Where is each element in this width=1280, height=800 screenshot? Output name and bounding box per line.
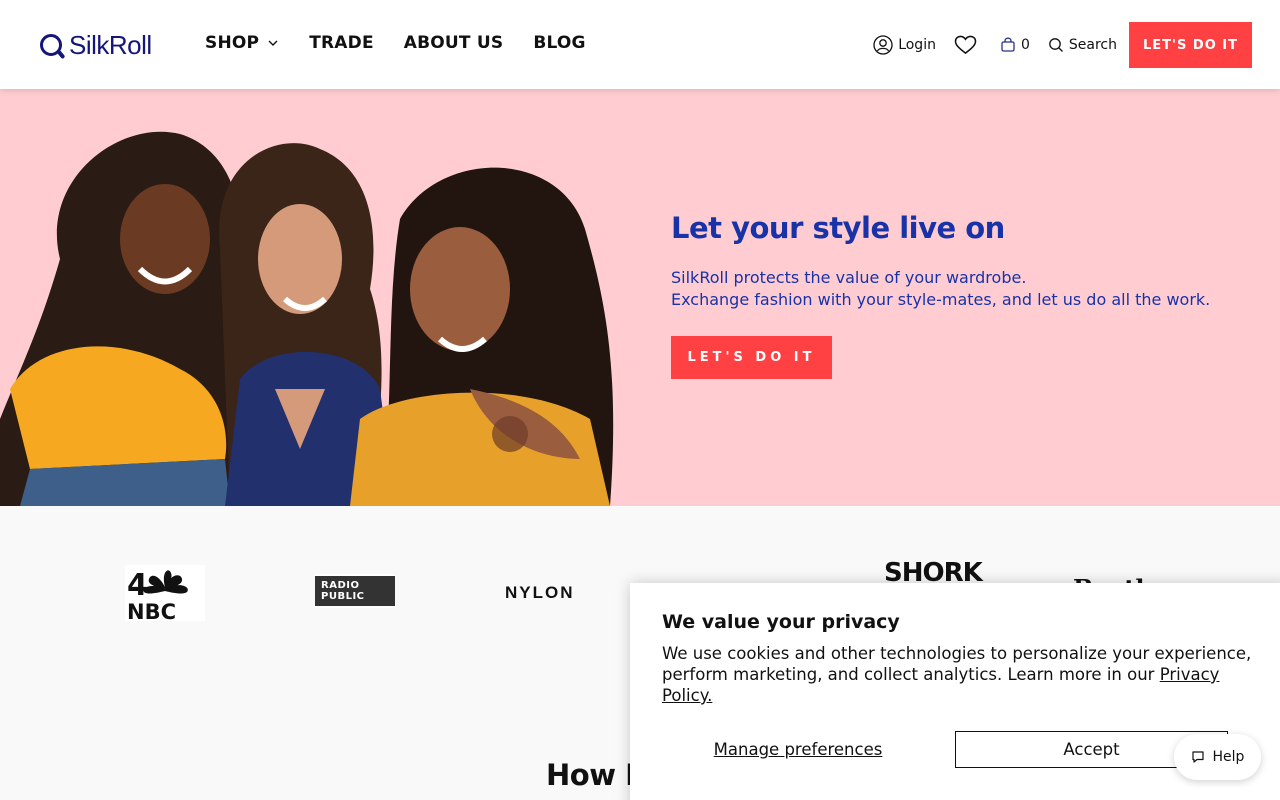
radio-public-logo: RADIO PUBLIC bbox=[315, 574, 395, 608]
shopping-bag-icon bbox=[1001, 37, 1015, 52]
manage-preferences-button[interactable]: Manage preferences bbox=[662, 731, 934, 768]
logo-text: SilkRoll bbox=[69, 29, 152, 60]
cookie-body: We use cookies and other technologies to… bbox=[662, 643, 1252, 706]
hero-subtitle-line2: Exchange fashion with your style-mates, … bbox=[671, 290, 1211, 309]
wishlist-button[interactable] bbox=[954, 35, 982, 55]
help-button[interactable]: Help bbox=[1174, 734, 1261, 780]
cart-count: 0 bbox=[1020, 37, 1030, 53]
nbc-logo: 4 NBC bbox=[125, 565, 205, 624]
search-icon bbox=[1049, 38, 1063, 52]
login-link[interactable]: Login bbox=[873, 35, 936, 55]
hero-subtitle-line1: SilkRoll protects the value of your ward… bbox=[671, 268, 1027, 287]
site-header: SilkRoll SHOP TRADE ABOUT US BLOG Login … bbox=[0, 0, 1280, 89]
chevron-down-icon bbox=[268, 40, 278, 46]
nylon-logo: NYLON bbox=[505, 583, 575, 602]
chat-bubble-icon bbox=[1191, 751, 1204, 763]
nav-shop-label: SHOP bbox=[205, 33, 260, 53]
nav-blog[interactable]: BLOG bbox=[533, 33, 585, 53]
search-button[interactable]: Search bbox=[1048, 37, 1117, 53]
help-label: Help bbox=[1212, 749, 1245, 765]
hero-text: Let your style live on SilkRoll protects… bbox=[671, 211, 1251, 379]
user-icon bbox=[873, 35, 893, 55]
hero-section: Let your style live on SilkRoll protects… bbox=[0, 89, 1280, 506]
nbc-channel-number: 4 bbox=[127, 568, 148, 603]
nbc-wordmark: NBC bbox=[127, 600, 176, 621]
radio-public-text: RADIO PUBLIC bbox=[315, 576, 395, 606]
cart-button[interactable]: 0 bbox=[1000, 37, 1030, 53]
nav-about-us[interactable]: ABOUT US bbox=[404, 33, 504, 53]
login-label: Login bbox=[898, 37, 936, 53]
header-cta-button[interactable]: LET'S DO IT bbox=[1129, 22, 1252, 68]
nbc-peacock-icon: 4 NBC bbox=[127, 568, 188, 624]
hero-cta-button[interactable]: LET'S DO IT bbox=[671, 336, 832, 379]
search-label: Search bbox=[1068, 37, 1117, 53]
nav-shop[interactable]: SHOP bbox=[205, 33, 279, 53]
header-actions: Login 0 Search LET'S DO IT bbox=[873, 22, 1252, 68]
silkroll-logo[interactable]: SilkRoll bbox=[40, 30, 152, 60]
cookie-title: We value your privacy bbox=[662, 611, 900, 633]
hero-photo bbox=[0, 131, 614, 506]
logo-mark-icon bbox=[40, 34, 62, 56]
hero-subtitle: SilkRoll protects the value of your ward… bbox=[671, 267, 1251, 311]
hero-title: Let your style live on bbox=[671, 211, 1005, 245]
nav-trade[interactable]: TRADE bbox=[309, 33, 374, 53]
heart-icon bbox=[954, 35, 977, 55]
cookie-actions: Manage preferences Accept bbox=[662, 731, 1228, 768]
main-nav: SHOP TRADE ABOUT US BLOG bbox=[205, 33, 586, 53]
